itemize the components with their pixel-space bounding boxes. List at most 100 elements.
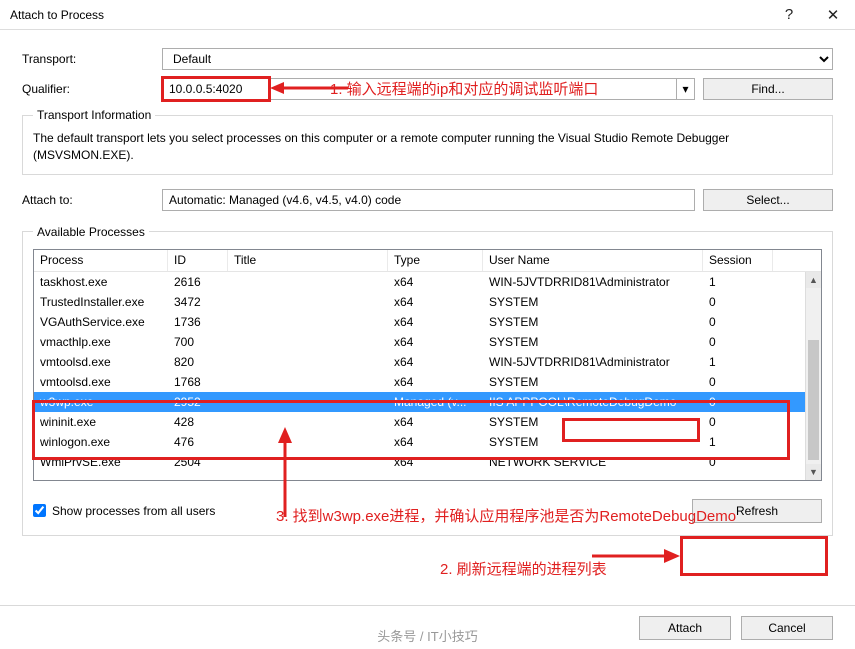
scroll-thumb[interactable] — [808, 340, 819, 460]
cell: x64 — [388, 312, 483, 332]
cell: 0 — [703, 332, 773, 352]
watermark: 头条号 / IT小技巧 — [377, 626, 477, 645]
transport-info-fieldset: Transport Information The default transp… — [22, 108, 833, 175]
cell: 0 — [703, 292, 773, 312]
cell: x64 — [388, 452, 483, 472]
cell: SYSTEM — [483, 292, 703, 312]
cell: 0 — [703, 372, 773, 392]
cell: 820 — [168, 352, 228, 372]
cell: SYSTEM — [483, 332, 703, 352]
cell: WmiPrvSE.exe — [34, 452, 168, 472]
cell: Managed (v... — [388, 392, 483, 412]
cell: 2504 — [168, 452, 228, 472]
cell: 700 — [168, 332, 228, 352]
table-row[interactable]: TrustedInstaller.exe3472 x64SYSTEM0 — [34, 292, 821, 312]
cell: x64 — [388, 432, 483, 452]
col-type[interactable]: Type — [388, 250, 483, 271]
cell: WIN-5JVTDRRID81\Administrator — [483, 272, 703, 292]
cell: 2952 — [168, 392, 228, 412]
col-process[interactable]: Process — [34, 250, 168, 271]
cell: SYSTEM — [483, 412, 703, 432]
cell: 2616 — [168, 272, 228, 292]
window-title: Attach to Process — [10, 8, 767, 22]
cell: 1736 — [168, 312, 228, 332]
table-row[interactable]: wininit.exe428x64SYSTEM0 — [34, 412, 821, 432]
transport-select[interactable]: Default — [162, 48, 833, 70]
cell — [228, 432, 388, 452]
cell: 1 — [703, 352, 773, 372]
cell: 1768 — [168, 372, 228, 392]
cell: 3472 — [168, 292, 228, 312]
annotation-box-refresh — [680, 536, 828, 576]
col-id[interactable]: ID — [168, 250, 228, 271]
vertical-scrollbar[interactable]: ▲ ▼ — [805, 272, 821, 480]
cell — [228, 332, 388, 352]
cell: WIN-5JVTDRRID81\Administrator — [483, 352, 703, 372]
cell — [228, 372, 388, 392]
available-processes-legend: Available Processes — [33, 225, 149, 239]
attach-to-value: Automatic: Managed (v4.6, v4.5, v4.0) co… — [162, 189, 695, 211]
scroll-down-button[interactable]: ▼ — [806, 464, 821, 480]
table-row[interactable]: vmtoolsd.exe1768 x64SYSTEM0 — [34, 372, 821, 392]
transport-row: Transport: Default — [22, 48, 833, 70]
cell: x64 — [388, 272, 483, 292]
process-list-header: Process ID Title Type User Name Session — [34, 250, 821, 272]
col-title[interactable]: Title — [228, 250, 388, 271]
cell — [228, 352, 388, 372]
table-row[interactable]: w3wp.exe2952 Managed (v...IIS APPPOOL\Rem… — [34, 392, 821, 412]
qualifier-dropdown-button[interactable]: ▾ — [677, 78, 695, 100]
select-button[interactable]: Select... — [703, 189, 833, 211]
help-button[interactable]: ? — [767, 0, 811, 30]
cell: SYSTEM — [483, 432, 703, 452]
table-row[interactable]: taskhost.exe2616 x64WIN-5JVTDRRID81\Admin… — [34, 272, 821, 292]
cell — [228, 292, 388, 312]
table-row[interactable]: WmiPrvSE.exe2504x64NETWORK SERVICE0 — [34, 452, 821, 472]
cell: 0 — [703, 312, 773, 332]
scroll-up-button[interactable]: ▲ — [806, 272, 821, 288]
transport-label: Transport: — [22, 52, 162, 66]
table-row[interactable]: vmacthlp.exe700 x64SYSTEM0 — [34, 332, 821, 352]
qualifier-input[interactable] — [162, 78, 677, 100]
show-all-users-checkbox[interactable] — [33, 504, 46, 517]
process-list[interactable]: Process ID Title Type User Name Session … — [33, 249, 822, 481]
cell: 0 — [703, 392, 773, 412]
cell: w3wp.exe — [34, 392, 168, 412]
close-button[interactable]: ✕ — [811, 0, 855, 30]
cell: taskhost.exe — [34, 272, 168, 292]
qualifier-row: Qualifier: ▾ Find... — [22, 78, 833, 100]
cell: 0 — [703, 412, 773, 432]
table-row[interactable]: winlogon.exe476x64SYSTEM1 — [34, 432, 821, 452]
find-button[interactable]: Find... — [703, 78, 833, 100]
cell: x64 — [388, 292, 483, 312]
cell — [228, 412, 388, 432]
available-processes-fieldset: Available Processes Process ID Title Typ… — [22, 225, 833, 536]
cell: x64 — [388, 412, 483, 432]
attach-to-row: Attach to: Automatic: Managed (v4.6, v4.… — [22, 189, 833, 211]
cell: vmtoolsd.exe — [34, 372, 168, 392]
attach-to-label: Attach to: — [22, 193, 162, 207]
col-session[interactable]: Session — [703, 250, 773, 271]
cancel-button[interactable]: Cancel — [741, 616, 833, 640]
cell: vmtoolsd.exe — [34, 352, 168, 372]
show-all-users-label[interactable]: Show processes from all users — [33, 504, 215, 518]
cell: IIS APPPOOL\RemoteDebugDemo — [483, 392, 703, 412]
cell: SYSTEM — [483, 372, 703, 392]
cell: x64 — [388, 372, 483, 392]
chevron-down-icon: ▾ — [682, 82, 688, 96]
cell: x64 — [388, 332, 483, 352]
cell — [228, 392, 388, 412]
cell: x64 — [388, 352, 483, 372]
attach-button[interactable]: Attach — [639, 616, 731, 640]
col-user[interactable]: User Name — [483, 250, 703, 271]
transport-info-legend: Transport Information — [33, 108, 155, 122]
cell: NETWORK SERVICE — [483, 452, 703, 472]
table-row[interactable]: VGAuthService.exe1736x64SYSTEM0 — [34, 312, 821, 332]
table-row[interactable]: vmtoolsd.exe820 x64WIN-5JVTDRRID81\Admini… — [34, 352, 821, 372]
cell: TrustedInstaller.exe — [34, 292, 168, 312]
cell: winlogon.exe — [34, 432, 168, 452]
cell: vmacthlp.exe — [34, 332, 168, 352]
annotation-arrow-2 — [592, 545, 680, 567]
cell: SYSTEM — [483, 312, 703, 332]
transport-info-text: The default transport lets you select pr… — [33, 130, 822, 164]
refresh-button[interactable]: Refresh — [692, 499, 822, 523]
